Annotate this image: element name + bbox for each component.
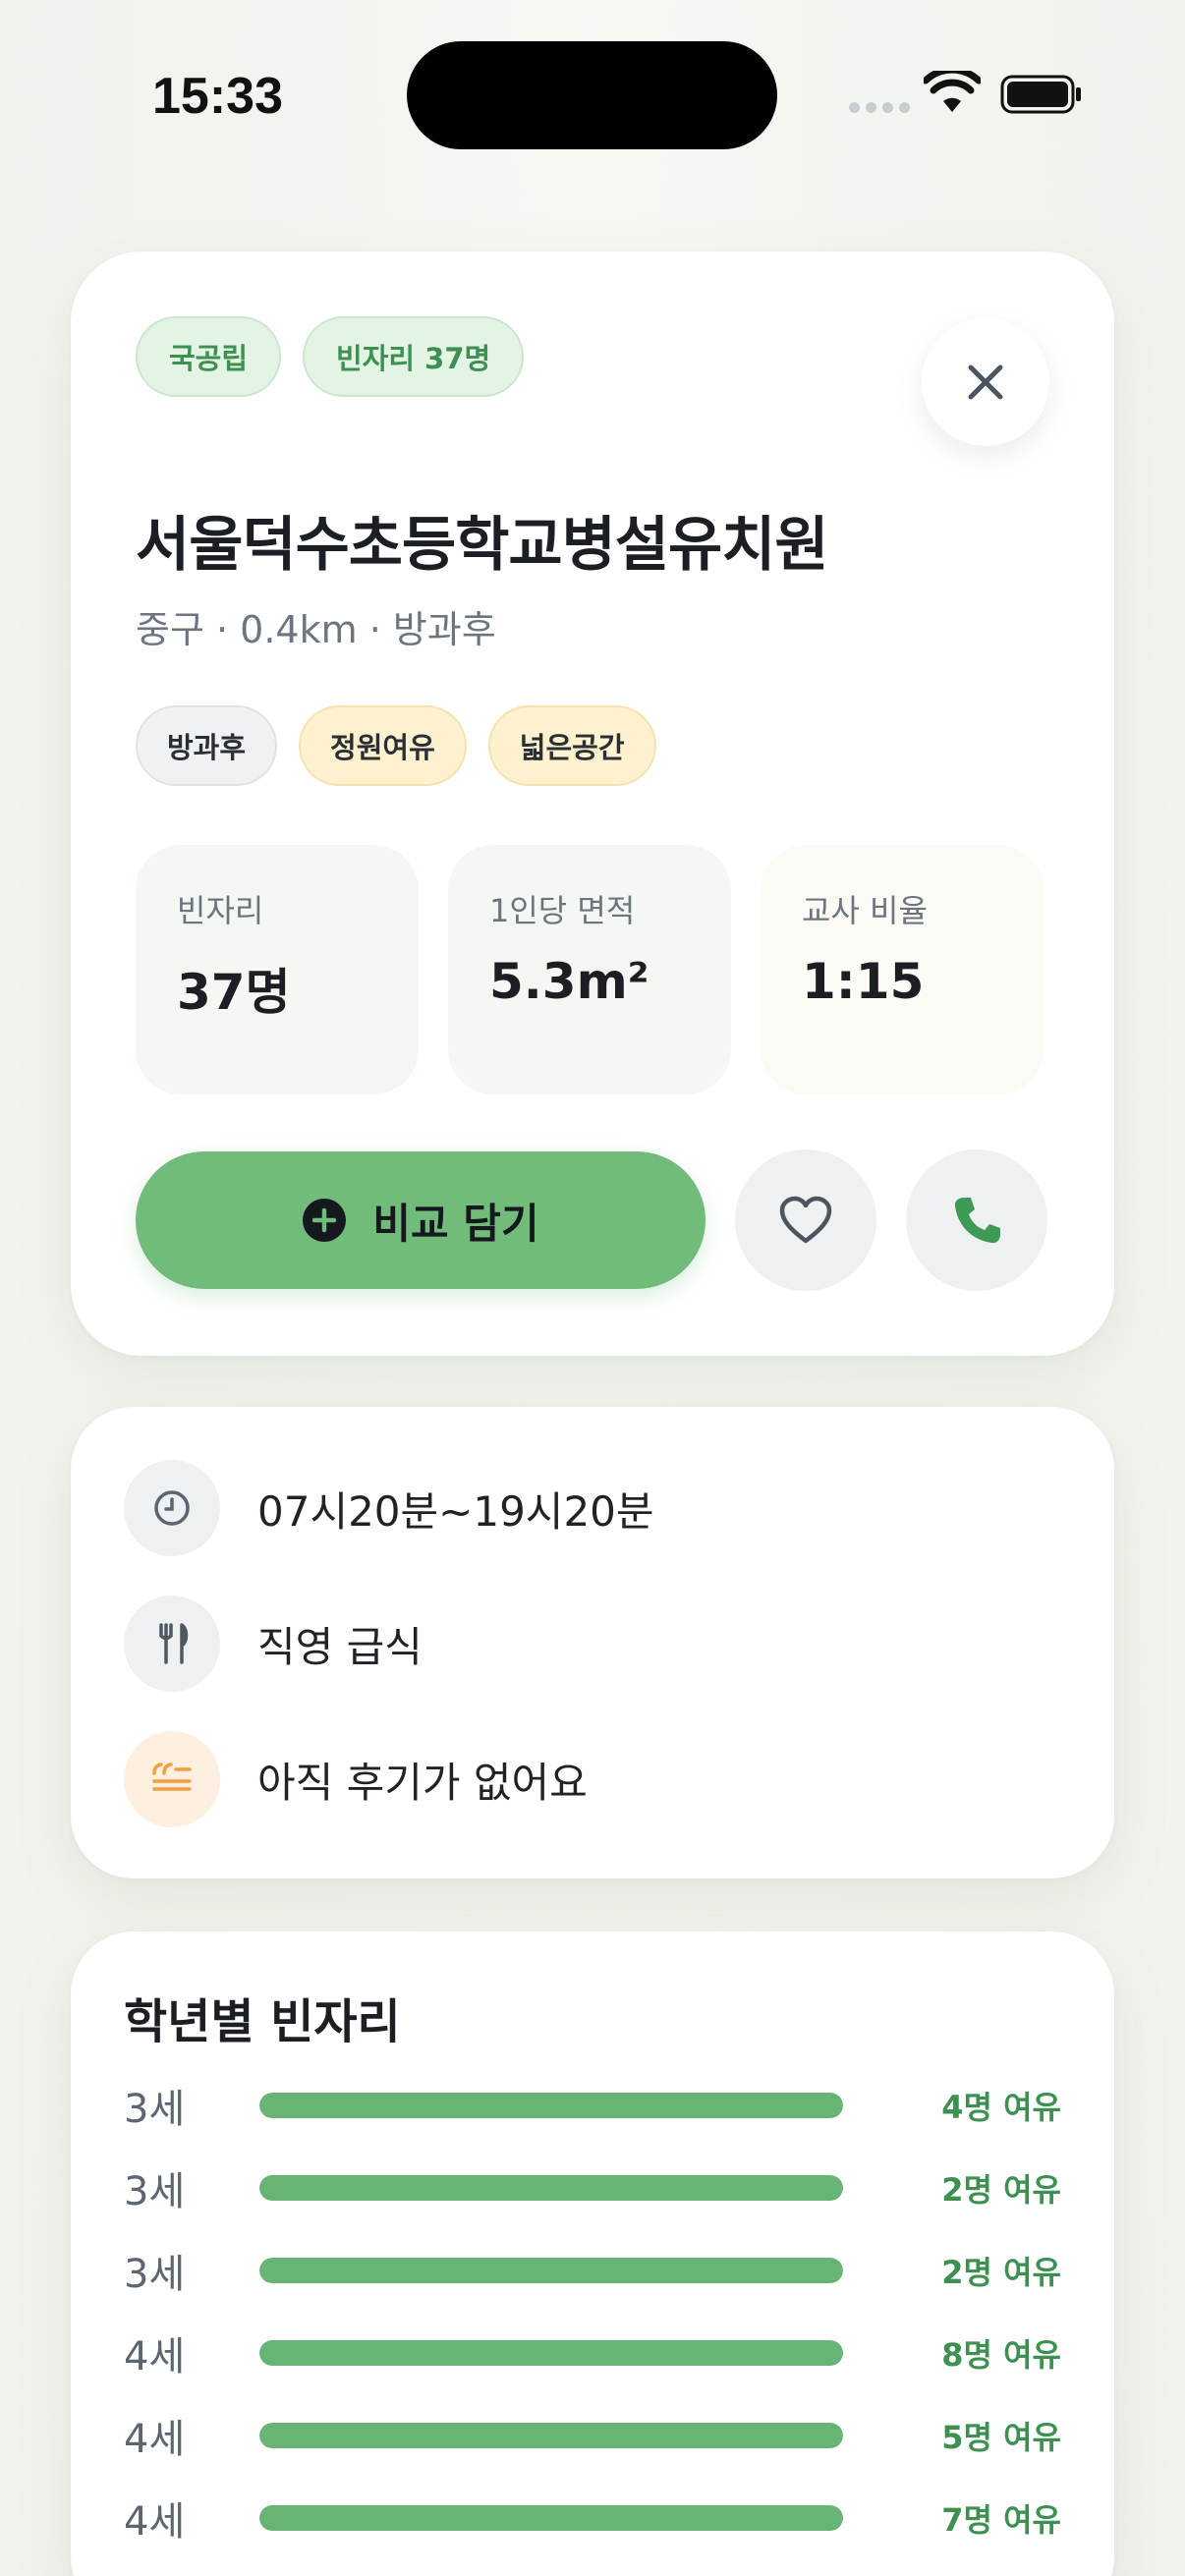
grade-age: 3세	[124, 2087, 186, 2132]
fork-knife-icon	[124, 1596, 220, 1692]
feature-chips: 방과후 정원여유 넓은공간	[136, 705, 656, 786]
stat-value: 5.3m²	[489, 953, 649, 1010]
vacancy-bar-fill	[259, 2093, 843, 2118]
kindergarten-detail-card: 국공립 빈자리 37명 서울덕수초등학교병설유치원 중구 · 0.4km · 방…	[71, 252, 1114, 1356]
battery-icon	[1000, 75, 1081, 114]
favorite-button[interactable]	[735, 1149, 876, 1291]
meal-type: 직영 급식	[257, 1622, 423, 1671]
grade-age: 3세	[124, 2169, 186, 2214]
stat-label: 빈자리	[177, 892, 264, 929]
vacancy-bar	[259, 2093, 843, 2118]
grade-age: 4세	[124, 2334, 186, 2380]
close-icon	[968, 364, 1003, 400]
feature-chip: 정원여유	[299, 705, 467, 786]
vacancy-bar	[259, 2505, 843, 2531]
stats-row: 빈자리 37명 1인당 면적 5.3m² 교사 비율 1:15	[136, 845, 1044, 1094]
wifi-icon	[924, 71, 981, 112]
grade-vacancy: 7명 여유	[941, 2501, 1061, 2539]
section-title: 학년별 빈자리	[124, 1994, 401, 2049]
grade-age: 3세	[124, 2252, 186, 2297]
grade-vacancy: 2명 여유	[941, 2254, 1061, 2291]
grade-row: 4세 7명 여유	[124, 2489, 1061, 2548]
vacancy-bar-fill	[259, 2423, 843, 2448]
stat-vacancy: 빈자리 37명	[136, 845, 419, 1094]
grade-vacancy: 5명 여유	[941, 2419, 1061, 2456]
heart-icon	[779, 1196, 832, 1244]
vacancy-bar-fill	[259, 2340, 843, 2366]
vacancy-bar	[259, 2175, 843, 2201]
vacancy-bar-fill	[259, 2258, 843, 2283]
action-row: 비교 담기	[136, 1149, 1047, 1291]
stat-value: 37명	[177, 964, 291, 1021]
clock-icon	[124, 1460, 220, 1556]
vacancy-bar-fill	[259, 2505, 843, 2531]
grade-vacancy: 2명 여유	[941, 2171, 1061, 2209]
grade-vacancy: 8명 여유	[941, 2336, 1061, 2374]
stat-value: 1:15	[802, 953, 925, 1010]
stat-area: 1인당 면적 5.3m²	[448, 845, 731, 1094]
vacancy-bar-fill	[259, 2175, 843, 2201]
grade-age: 4세	[124, 2417, 186, 2462]
info-hours: 07시20분~19시20분	[124, 1460, 654, 1556]
stat-label: 1인당 면적	[489, 892, 636, 929]
operating-hours: 07시20분~19시20분	[257, 1486, 654, 1536]
plus-circle-icon	[303, 1199, 347, 1242]
grade-vacancy: 4명 여유	[941, 2089, 1061, 2126]
add-to-compare-button[interactable]: 비교 담기	[136, 1151, 705, 1289]
stat-label: 교사 비율	[802, 892, 928, 929]
vacancy-bar	[259, 2423, 843, 2448]
grade-vacancy-card: 학년별 빈자리 3세 4명 여유 3세 2명 여유 3세 2명 여유 4세 8명…	[71, 1932, 1114, 2576]
grade-row: 4세 8명 여유	[124, 2324, 1061, 2382]
review-status: 아직 후기가 없어요	[257, 1758, 588, 1807]
quote-icon	[124, 1731, 220, 1827]
phone-icon	[954, 1198, 1000, 1244]
grade-row: 3세 4명 여유	[124, 2076, 1061, 2135]
vacancy-bar	[259, 2258, 843, 2283]
call-button[interactable]	[906, 1149, 1047, 1291]
status-time: 15:33	[152, 68, 283, 125]
grade-row: 4세 5명 여유	[124, 2406, 1061, 2465]
type-tag: 국공립	[136, 316, 282, 397]
info-meal: 직영 급식	[124, 1596, 423, 1692]
info-reviews[interactable]: 아직 후기가 없어요	[124, 1731, 588, 1827]
vacancy-tag: 빈자리 37명	[303, 316, 525, 397]
grade-row: 3세 2명 여유	[124, 2241, 1061, 2300]
stat-teacher-ratio: 교사 비율 1:15	[761, 845, 1044, 1094]
vacancy-bar	[259, 2340, 843, 2366]
grade-row: 3세 2명 여유	[124, 2158, 1061, 2217]
dynamic-island	[407, 41, 777, 149]
close-button[interactable]	[922, 318, 1049, 446]
grade-age: 4세	[124, 2499, 186, 2545]
info-card: 07시20분~19시20분 직영 급식 아직 후기가 없어요	[71, 1407, 1114, 1878]
status-bar: 15:33	[0, 0, 1185, 196]
feature-chip: 넓은공간	[487, 705, 656, 786]
add-to-compare-label: 비교 담기	[372, 1199, 539, 1248]
page-title: 서울덕수초등학교병설유치원	[136, 511, 829, 580]
signal-icon	[849, 102, 910, 113]
feature-chip: 방과후	[136, 705, 278, 786]
tag-row: 국공립 빈자리 37명	[136, 316, 525, 397]
location-subtitle: 중구 · 0.4km · 방과후	[136, 608, 496, 651]
